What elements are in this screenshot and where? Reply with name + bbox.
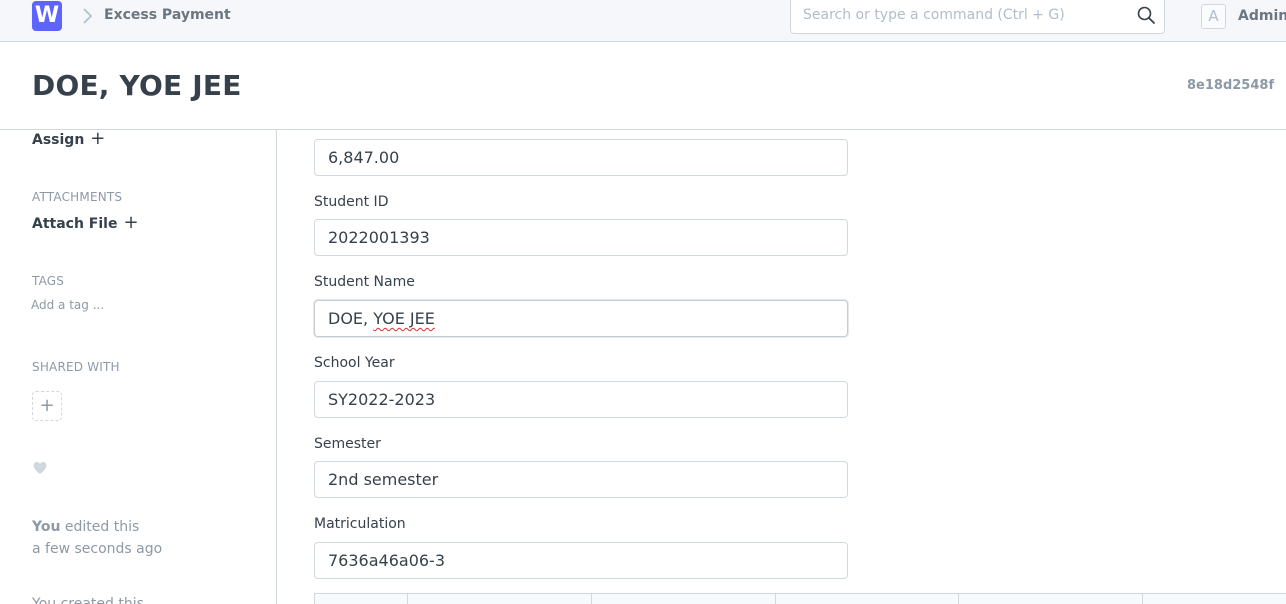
attach-file-label: Attach File	[32, 216, 118, 232]
page-head: DOE, YOE JEE 8e18d2548f	[0, 42, 1286, 130]
matriculation-label: Matriculation	[314, 516, 406, 532]
search-input[interactable]	[803, 7, 1123, 23]
document-id: 8e18d2548f	[1187, 78, 1275, 93]
student-name-value-part1: DOE,	[328, 309, 374, 328]
student-name-field[interactable]: DOE, YOE JEE	[314, 300, 848, 337]
search-icon[interactable]	[1136, 5, 1156, 25]
assign-button[interactable]: Assign +	[32, 130, 106, 149]
tags-heading: TAGS	[32, 274, 65, 288]
add-tag-input[interactable]: Add a tag ...	[31, 298, 104, 312]
activity-user: You	[32, 519, 61, 535]
breadcrumb[interactable]: Excess Payment	[104, 7, 231, 23]
attachments-heading: ATTACHMENTS	[32, 190, 123, 204]
activity-time: a few seconds ago	[32, 541, 163, 557]
share-add-button[interactable]: +	[32, 391, 62, 421]
school-year-field[interactable]: SY2022-2023	[314, 381, 848, 418]
attach-file-button[interactable]: Attach File +	[32, 212, 139, 233]
heart-icon[interactable]	[32, 460, 48, 476]
table-header	[314, 593, 1286, 604]
assign-label: Assign	[32, 132, 85, 148]
table-column-divider	[591, 594, 592, 604]
table-column-divider	[775, 594, 776, 604]
activity-edit: You edited this	[32, 519, 139, 535]
student-id-field[interactable]: 2022001393	[314, 219, 848, 256]
amount-field[interactable]: 6,847.00	[314, 139, 848, 176]
plus-icon: +	[90, 130, 106, 149]
plus-icon: +	[39, 395, 55, 416]
chevron-right-icon	[83, 8, 93, 24]
table-column-divider	[958, 594, 959, 604]
table-column-divider	[1142, 594, 1143, 604]
avatar[interactable]: A	[1201, 4, 1226, 29]
navbar: W Excess Payment A Administrator	[0, 0, 1286, 42]
student-name-value-part2: YOE JEE	[373, 309, 435, 328]
app-logo[interactable]: W	[32, 1, 62, 31]
student-id-label: Student ID	[314, 194, 389, 210]
form-sidebar: Assign + ATTACHMENTS Attach File + TAGS Ad…	[0, 130, 277, 604]
shared-with-heading: SHARED WITH	[32, 360, 120, 374]
activity-text: edited this	[64, 519, 140, 535]
form-body: 6,847.00 Student ID 2022001393 Student N…	[277, 130, 1286, 604]
activity-created: You created this	[32, 596, 144, 604]
table-column-divider	[407, 594, 408, 604]
matriculation-field[interactable]: 7636a46a06-3	[314, 542, 848, 579]
semester-field[interactable]: 2nd semester	[314, 461, 848, 498]
school-year-label: School Year	[314, 355, 395, 371]
search-bar	[790, 0, 1165, 34]
student-name-label: Student Name	[314, 274, 415, 290]
user-menu[interactable]: Administrator	[1238, 8, 1286, 24]
page-title: DOE, YOE JEE	[32, 69, 242, 102]
plus-icon: +	[123, 212, 139, 233]
semester-label: Semester	[314, 436, 381, 452]
